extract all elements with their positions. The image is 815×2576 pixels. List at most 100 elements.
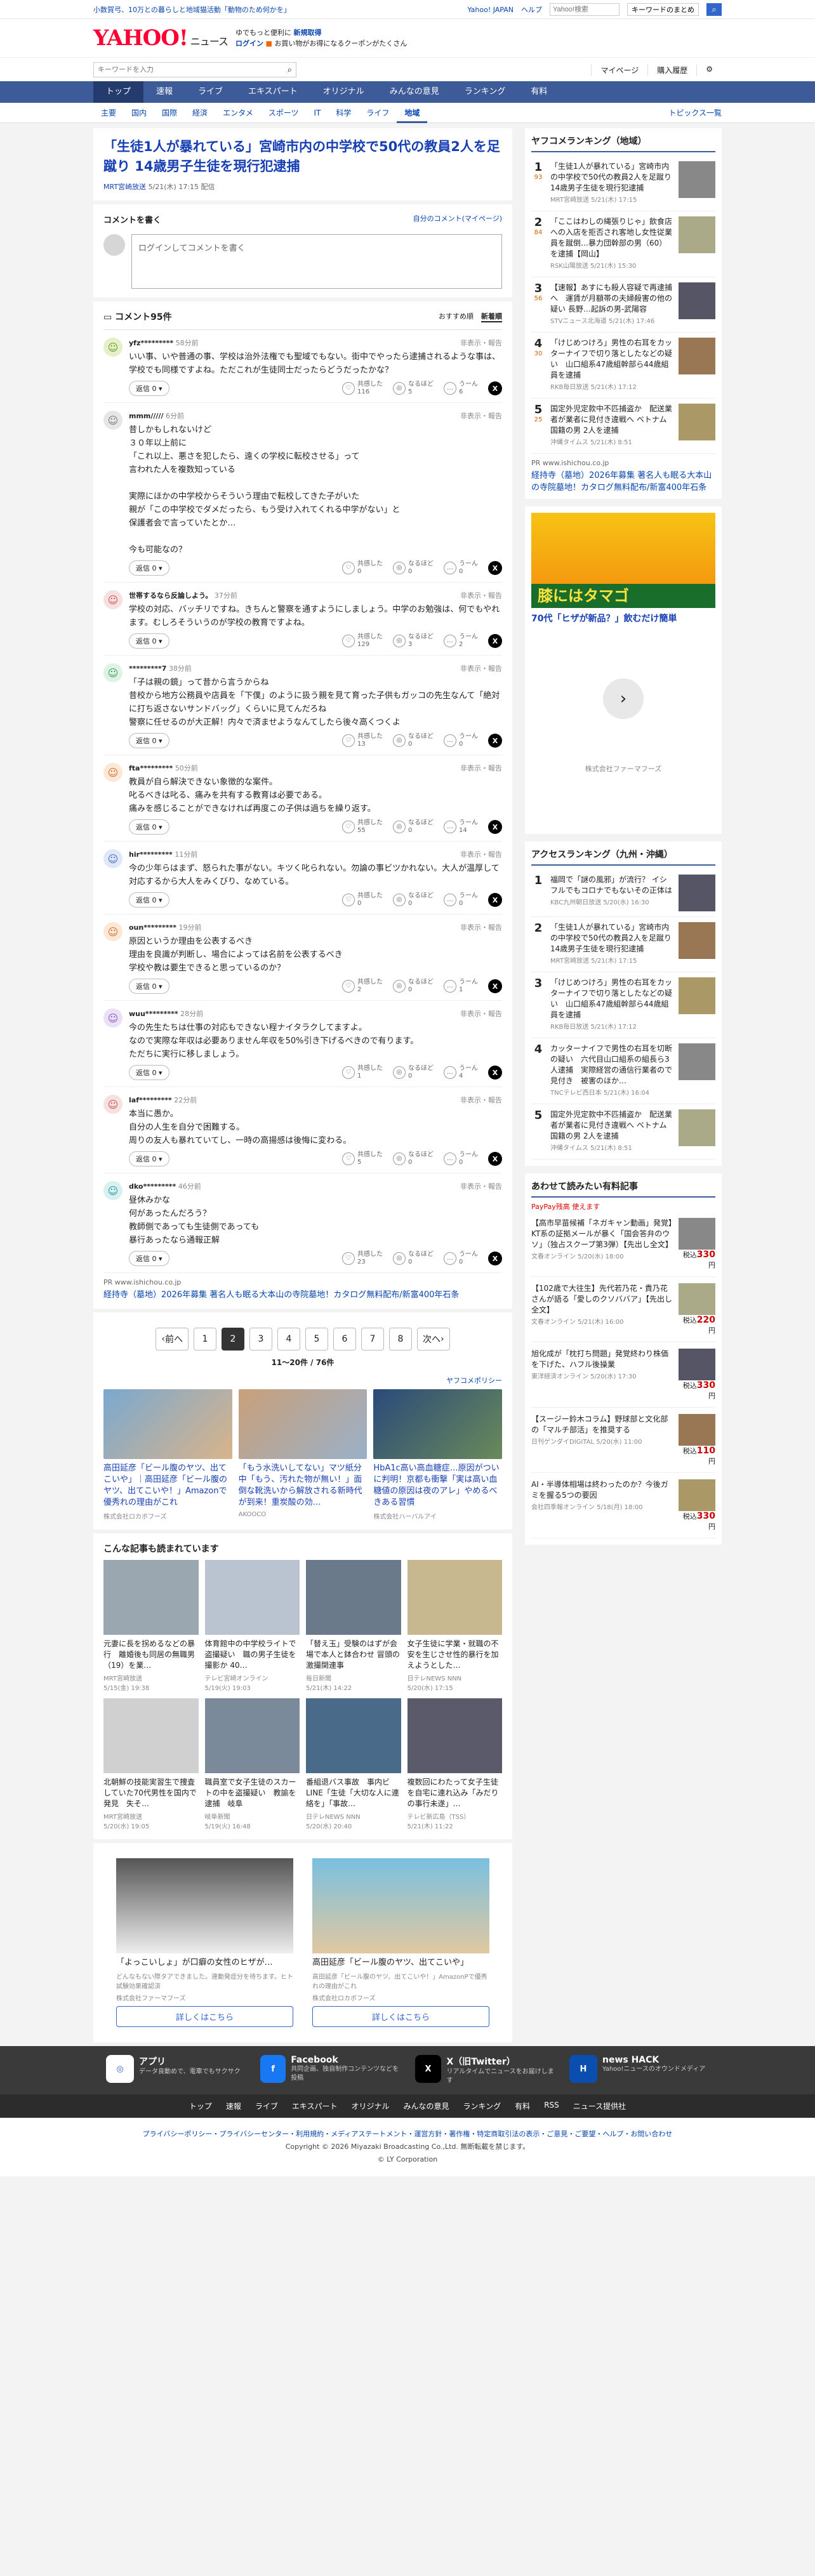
report-link[interactable]: 非表示・報告 [460, 590, 502, 600]
reaction-1[interactable]: ◎ なるほど 5 [393, 381, 434, 396]
egg-ad-headline[interactable]: 70代「ヒザが新品？」飲むだけ簡単 [531, 612, 715, 624]
egg-ad[interactable]: 膝にはタマゴ 70代「ヒザが新品？」飲むだけ簡単 › 株式会社ファーマフーズ [525, 506, 722, 834]
comment-textarea[interactable]: ログインしてコメントを書く [131, 234, 502, 289]
reaction-0[interactable]: ♡ 共感した 5 [342, 1151, 383, 1166]
footer-nav-link[interactable]: ランキング [463, 2101, 501, 2111]
page-button[interactable]: 3 [249, 1328, 272, 1351]
reaction-0[interactable]: ♡ 共感した 129 [342, 633, 383, 649]
bottom-ad-title[interactable]: 「よっこいしょ」が口癖の女性のヒザが… [116, 1957, 293, 1969]
reaction-1[interactable]: ◎ なるほど 0 [393, 733, 434, 748]
reply-button[interactable]: 返信 0 ▾ [129, 1151, 169, 1166]
x-share-icon[interactable]: X [488, 634, 502, 648]
ranking-item[interactable]: 5 25 国定外児定款中不匹捕盗か 配送業者が業者に見付き違戦へ ベトナム国籍の男 … [531, 399, 715, 454]
reply-button[interactable]: 返信 0 ▾ [129, 1251, 169, 1266]
related-title[interactable]: 女子生徒に学業・就職の不安を生じさせ性的暴行を加えようとした… [408, 1639, 503, 1671]
gnav-item-7[interactable]: 有料 [518, 81, 560, 103]
comment-user[interactable]: hir********* 11分前 [129, 849, 197, 859]
page-button[interactable]: 8 [389, 1328, 412, 1351]
ranking-item[interactable]: 3 56 【速報】あすにも殺人容疑で再逮捕へ 運賃が月額帯の夫婦殺害の他の疑い 長野… [531, 277, 715, 333]
subnav-item-8[interactable]: ライフ [359, 103, 397, 123]
reaction-0[interactable]: ♡ 共感した 0 [342, 892, 383, 908]
report-link[interactable]: 非表示・報告 [460, 411, 502, 421]
footer-nav-link[interactable]: トップ [189, 2101, 212, 2111]
reaction-1[interactable]: ◎ なるほど 0 [393, 560, 434, 576]
article-source[interactable]: MRT宮崎放送 [103, 183, 146, 191]
related-item[interactable]: 「替え玉」受験のはずが会場で本人と鉢合わせ 冒頭の激撮関連事 毎日新聞 5/21(木… [306, 1560, 401, 1692]
article-title[interactable]: 「生徒1人が暴れている」宮崎市内の中学校で50代の教員2人を足蹴り 14歳男子生… [103, 137, 502, 176]
access-item[interactable]: 1 福岡で「謎の風邪」が流行？ イシフルでもコロナでもないその正体は KBC九州朝日… [531, 869, 715, 917]
login-link[interactable]: ログイン [235, 39, 263, 48]
related-item[interactable]: 番組退バス事故 事内ビLINE「生徒「大切な人に連絡を」「事故… 日テレNEWS … [306, 1698, 401, 1830]
sort-newest[interactable]: 新着順 [481, 311, 502, 322]
reply-button[interactable]: 返信 0 ▾ [129, 892, 169, 908]
reaction-2[interactable]: … うーん 0 [444, 733, 478, 748]
related-item[interactable]: 複数回にわたって女子生徒を自宅に連れ込み「みだりの事行未遂」… テレビ新広島（TS… [407, 1698, 502, 1830]
reaction-1[interactable]: ◎ なるほど 0 [393, 819, 434, 835]
subnav-item-3[interactable]: 経済 [185, 103, 215, 123]
footer-app[interactable]: Hnews HACK Yahoo!ニュースのオウンドメディア [569, 2055, 709, 2085]
search-icon[interactable]: ⌕ [284, 65, 296, 75]
reaction-0[interactable]: ♡ 共感した 23 [342, 1251, 383, 1266]
reaction-1[interactable]: ◎ なるほど 0 [393, 1065, 434, 1080]
reaction-1[interactable]: ◎ なるほど 0 [393, 1151, 434, 1166]
subnav-item-5[interactable]: スポーツ [261, 103, 307, 123]
subnav-item-0[interactable]: 主要 [93, 103, 124, 123]
reaction-1[interactable]: ◎ なるほど 3 [393, 633, 434, 649]
page-button[interactable]: 7 [361, 1328, 384, 1351]
related-title[interactable]: 体育館中の中学校ライトで盗撮疑い 職の男子生徒を撮影か 40… [205, 1639, 300, 1671]
my-comments-link[interactable]: 自分のコメント(マイページ) [413, 213, 502, 225]
footer-nav-link[interactable]: 有料 [515, 2101, 530, 2111]
gnav-item-6[interactable]: ランキング [452, 81, 519, 103]
reaction-2[interactable]: … うーん 0 [444, 1251, 478, 1266]
related-title[interactable]: 北朝鮮の技能実習生で捜査していた70代男性を国内で発見 失そ… [103, 1777, 199, 1809]
reaction-0[interactable]: ♡ 共感した 116 [342, 381, 383, 396]
purchase-history-link[interactable]: 購入履歴 [647, 64, 696, 76]
comment-user[interactable]: wuu********* 28分前 [129, 1008, 203, 1019]
page-button[interactable]: 4 [277, 1328, 300, 1351]
reaction-0[interactable]: ♡ 共感した 1 [342, 1065, 383, 1080]
x-share-icon[interactable]: X [488, 1252, 502, 1265]
gnav-item-4[interactable]: オリジナル [310, 81, 377, 103]
ad-card[interactable]: 「もう水洗いしてない」マツ紙分中「もう、汚れた物が無い！」面倒な靴洗いから解放さ… [238, 1389, 368, 1521]
footer-app[interactable]: ◎ アプリ データ良動めで、電車でもサクサク [106, 2055, 246, 2085]
ranking-item[interactable]: 4 30 「けじめつけろ」男性の右耳をカッターナイフで切り落としたなどの疑い 山口組… [531, 333, 715, 399]
bottom-ad-title[interactable]: 高田延彦「ビール腹のヤツ、出てこいや」 [312, 1957, 489, 1969]
page-button[interactable]: 5 [305, 1328, 328, 1351]
ad-title[interactable]: 高田延彦「ビール腹のヤツ、出てこいや」｜高田延彦「ビール腹のヤツ、出てこいや！」… [103, 1463, 232, 1509]
chevron-right-icon[interactable]: › [603, 678, 644, 719]
gnav-item-1[interactable]: 速報 [143, 81, 185, 103]
reply-button[interactable]: 返信 0 ▾ [129, 1065, 169, 1080]
report-link[interactable]: 非表示・報告 [460, 1181, 502, 1191]
reaction-0[interactable]: ♡ 共感した 55 [342, 819, 383, 835]
bottom-ad[interactable]: 高田延彦「ビール腹のヤツ、出てこいや」 高田延彦「ビール腹のヤツ、出てこいや！」A… [312, 1858, 489, 2027]
reply-button[interactable]: 返信 0 ▾ [129, 733, 169, 748]
inline-pr-link[interactable]: 経持寺（墓地）2026年募集 著名人も眠る大本山の寺院墓地！カタログ無料配布/新… [103, 1288, 502, 1300]
related-title[interactable]: 「替え玉」受験のはずが会場で本人と鉢合わせ 冒頭の激撮関連事 [306, 1639, 401, 1671]
reply-button[interactable]: 返信 0 ▾ [129, 381, 169, 396]
x-share-icon[interactable]: X [488, 1152, 502, 1166]
footer-app[interactable]: X X（旧Twitter） リアルタイムでニュースをお届けします [414, 2055, 555, 2085]
footer-nav-link[interactable]: エキスパート [292, 2101, 338, 2111]
footer-nav-link[interactable]: ニュース提供社 [573, 2101, 626, 2111]
reaction-2[interactable]: … うーん 1 [444, 979, 478, 994]
related-item[interactable]: 北朝鮮の技能実習生で捜査していた70代男性を国内で発見 失そ… MRT宮崎放送 5/… [103, 1698, 199, 1830]
gear-icon[interactable]: ⚙ [696, 64, 722, 76]
register-link[interactable]: 新規取得 [293, 29, 321, 37]
x-share-icon[interactable]: X [488, 561, 502, 575]
reaction-2[interactable]: … うーん 0 [444, 560, 478, 576]
reply-button[interactable]: 返信 0 ▾ [129, 560, 169, 576]
subnav-item-6[interactable]: IT [306, 103, 328, 123]
page-button[interactable]: 2 [222, 1328, 244, 1351]
access-item[interactable]: 2 「生徒1人が暴れている」宮崎市内の中学校で50代の教員2人を足蹴り 14歳男子… [531, 917, 715, 972]
comment-user[interactable]: laf********* 22分前 [129, 1095, 197, 1105]
ranking-item[interactable]: 2 84 「ここはわしの縄張りじゃ」飲食店への入店を拒否され客地し女性従業員を蹴倒…… [531, 211, 715, 277]
reaction-2[interactable]: … うーん 4 [444, 1065, 478, 1080]
report-link[interactable]: 非表示・報告 [460, 338, 502, 348]
related-item[interactable]: 職員室で女子生徒のスカートの中を盗撮疑い 教諭を逮捕 岐阜 岐阜新聞 5/19(火)… [204, 1698, 300, 1830]
gnav-item-5[interactable]: みんなの意見 [377, 81, 452, 103]
paid-item[interactable]: 【高市早苗候補「ネガキャン動画」発覚】KT系の証拠メールが暴く「国会答弁のウソ」… [531, 1212, 715, 1277]
related-title[interactable]: 職員室で女子生徒のスカートの中を盗撮疑い 教諭を逮捕 岐阜 [205, 1777, 300, 1809]
paid-item[interactable]: 【102歳で大往生】先代若乃花・貴乃花さんが語る「愛しのクソババア」【先出し全文… [531, 1277, 715, 1342]
report-link[interactable]: 非表示・報告 [460, 663, 502, 673]
page-button[interactable]: 1 [194, 1328, 216, 1351]
